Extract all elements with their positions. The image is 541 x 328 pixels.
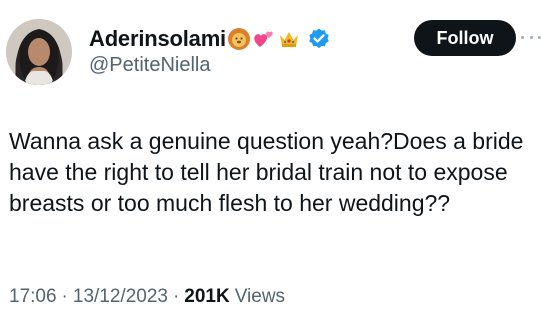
tweet-meta: 17:06 · 13/12/2023 · 201K Views [9,286,285,308]
two-hearts-icon [252,27,276,51]
more-options-icon[interactable] [521,27,541,47]
more-dot [521,35,524,39]
meta-separator: · [172,286,180,307]
verified-badge-icon[interactable] [307,27,331,51]
display-name[interactable]: Aderinsolami [89,26,226,52]
tweet-time[interactable]: 17:06 [9,286,57,308]
lion-face-icon [227,27,251,51]
tweet-text: Wanna ask a genuine question yeah?Does a… [9,128,524,216]
views-label: Views [234,286,286,307]
avatar[interactable] [6,19,72,85]
author-name-row[interactable]: Aderinsolami [89,22,331,56]
views-count[interactable]: 201K [184,286,229,308]
meta-separator: · [61,286,68,307]
crown-icon [277,27,301,51]
follow-button[interactable]: Follow [414,20,516,56]
more-dot [529,35,533,39]
avatar-image [6,19,72,85]
tweet-date[interactable]: 13/12/2023 [73,286,168,308]
author-handle[interactable]: @PetiteNiella [89,54,210,77]
